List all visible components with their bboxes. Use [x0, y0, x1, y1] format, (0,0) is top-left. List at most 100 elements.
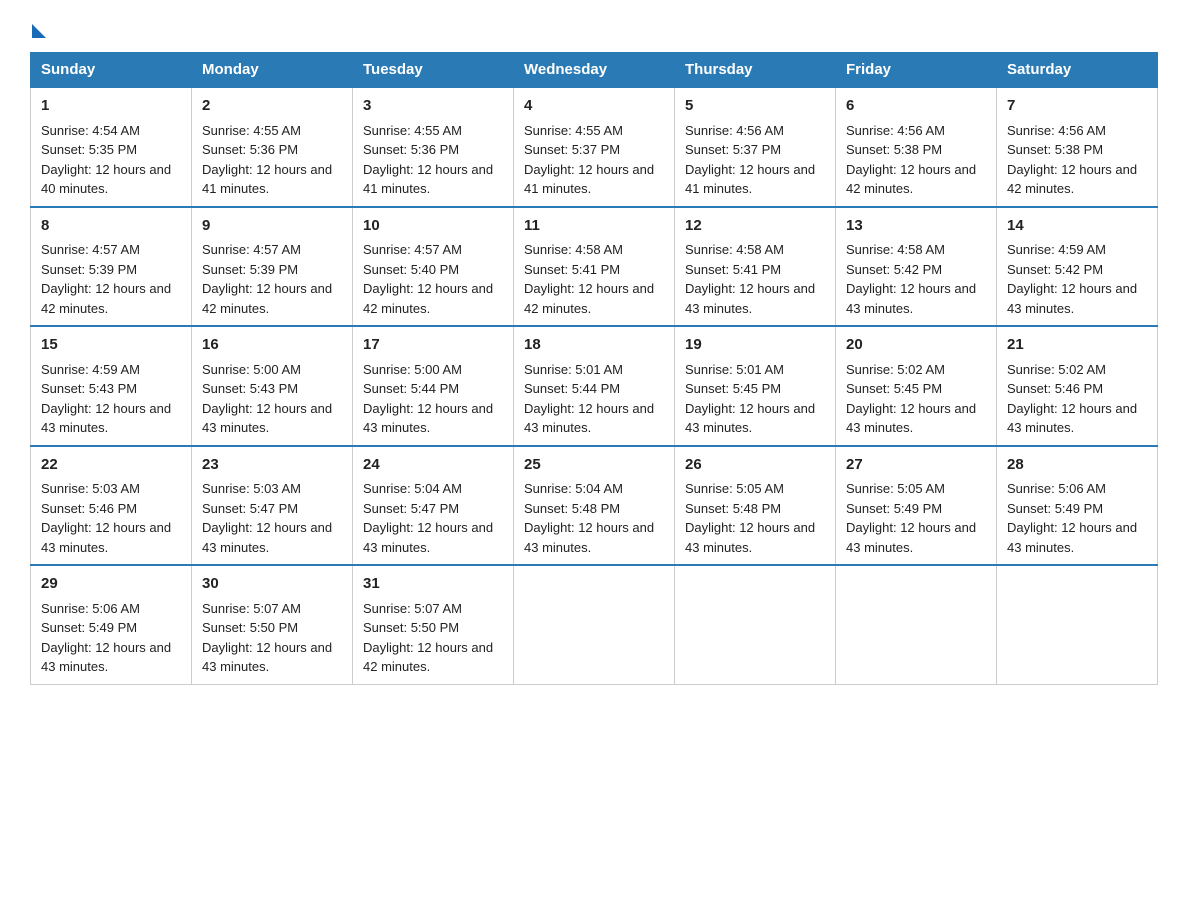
sunset-info: Sunset: 5:41 PM [524, 260, 664, 280]
week-row-1: 1 Sunrise: 4:54 AMSunset: 5:35 PM Daylight… [31, 87, 1158, 207]
day-number: 25 [524, 454, 664, 477]
sunset-info: Sunset: 5:48 PM [524, 499, 664, 519]
sunset-info: Sunset: 5:39 PM [202, 260, 342, 280]
daylight-info: Daylight: 12 hours and 43 minutes. [1007, 399, 1147, 438]
sunrise-info: Sunrise: 4:58 AM [846, 240, 986, 260]
sunset-info: Sunset: 5:42 PM [846, 260, 986, 280]
sunset-info: Sunset: 5:46 PM [1007, 379, 1147, 399]
sunset-info: Sunset: 5:40 PM [363, 260, 503, 280]
calendar-cell: 13Sunrise: 4:58 AMSunset: 5:42 PMDayligh… [836, 207, 997, 327]
sunrise-info: Sunrise: 4:54 AM [41, 121, 181, 141]
sunrise-info: Sunrise: 4:57 AM [202, 240, 342, 260]
week-row-5: 29Sunrise: 5:06 AMSunset: 5:49 PMDayligh… [31, 565, 1158, 684]
sunrise-info: Sunrise: 4:56 AM [685, 121, 825, 141]
sunset-info: Sunset: 5:46 PM [41, 499, 181, 519]
day-number: 13 [846, 215, 986, 238]
calendar-cell: 27Sunrise: 5:05 AMSunset: 5:49 PMDayligh… [836, 446, 997, 566]
daylight-info: Daylight: 12 hours and 43 minutes. [41, 638, 181, 677]
calendar-cell [514, 565, 675, 684]
day-number: 28 [1007, 454, 1147, 477]
sunrise-info: Sunrise: 5:03 AM [41, 479, 181, 499]
logo [30, 20, 46, 34]
sunrise-info: Sunrise: 4:57 AM [363, 240, 503, 260]
sunrise-info: Sunrise: 5:07 AM [202, 599, 342, 619]
sunrise-info: Sunrise: 5:00 AM [202, 360, 342, 380]
sunset-info: Sunset: 5:38 PM [1007, 140, 1147, 160]
sunset-info: Sunset: 5:35 PM [41, 140, 181, 160]
sunrise-info: Sunrise: 5:03 AM [202, 479, 342, 499]
daylight-info: Daylight: 12 hours and 43 minutes. [202, 399, 342, 438]
calendar-cell: 11Sunrise: 4:58 AMSunset: 5:41 PMDayligh… [514, 207, 675, 327]
sunrise-info: Sunrise: 5:00 AM [363, 360, 503, 380]
day-number: 18 [524, 334, 664, 357]
day-number: 26 [685, 454, 825, 477]
day-number: 27 [846, 454, 986, 477]
sunrise-info: Sunrise: 5:07 AM [363, 599, 503, 619]
day-number: 20 [846, 334, 986, 357]
sunset-info: Sunset: 5:48 PM [685, 499, 825, 519]
daylight-info: Daylight: 12 hours and 43 minutes. [846, 399, 986, 438]
calendar-cell: 22Sunrise: 5:03 AMSunset: 5:46 PMDayligh… [31, 446, 192, 566]
calendar-cell: 4Sunrise: 4:55 AMSunset: 5:37 PMDaylight… [514, 87, 675, 207]
sunset-info: Sunset: 5:37 PM [524, 140, 664, 160]
column-header-wednesday: Wednesday [514, 53, 675, 88]
daylight-info: Daylight: 12 hours and 43 minutes. [524, 399, 664, 438]
daylight-info: Daylight: 12 hours and 43 minutes. [524, 518, 664, 557]
calendar-header-row: SundayMondayTuesdayWednesdayThursdayFrid… [31, 53, 1158, 88]
day-number: 8 [41, 215, 181, 238]
day-number: 31 [363, 573, 503, 596]
calendar-cell: 7Sunrise: 4:56 AMSunset: 5:38 PMDaylight… [997, 87, 1158, 207]
day-number: 1 [41, 95, 181, 118]
daylight-info: Daylight: 12 hours and 43 minutes. [1007, 279, 1147, 318]
calendar-cell: 28Sunrise: 5:06 AMSunset: 5:49 PMDayligh… [997, 446, 1158, 566]
column-header-sunday: Sunday [31, 53, 192, 88]
calendar-cell: 8Sunrise: 4:57 AMSunset: 5:39 PMDaylight… [31, 207, 192, 327]
day-number: 2 [202, 95, 342, 118]
day-number: 16 [202, 334, 342, 357]
sunset-info: Sunset: 5:42 PM [1007, 260, 1147, 280]
daylight-info: Daylight: 12 hours and 42 minutes. [524, 279, 664, 318]
calendar-cell: 18Sunrise: 5:01 AMSunset: 5:44 PMDayligh… [514, 326, 675, 446]
calendar-cell: 6Sunrise: 4:56 AMSunset: 5:38 PMDaylight… [836, 87, 997, 207]
sunset-info: Sunset: 5:47 PM [202, 499, 342, 519]
calendar-cell: 31Sunrise: 5:07 AMSunset: 5:50 PMDayligh… [353, 565, 514, 684]
day-number: 23 [202, 454, 342, 477]
sunrise-info: Sunrise: 4:55 AM [363, 121, 503, 141]
column-header-thursday: Thursday [675, 53, 836, 88]
sunrise-info: Sunrise: 4:59 AM [41, 360, 181, 380]
calendar-cell: 25Sunrise: 5:04 AMSunset: 5:48 PMDayligh… [514, 446, 675, 566]
week-row-4: 22Sunrise: 5:03 AMSunset: 5:46 PMDayligh… [31, 446, 1158, 566]
day-number: 9 [202, 215, 342, 238]
calendar-cell: 9Sunrise: 4:57 AMSunset: 5:39 PMDaylight… [192, 207, 353, 327]
day-number: 21 [1007, 334, 1147, 357]
sunrise-info: Sunrise: 5:02 AM [846, 360, 986, 380]
calendar-cell: 26Sunrise: 5:05 AMSunset: 5:48 PMDayligh… [675, 446, 836, 566]
daylight-info: Daylight: 12 hours and 42 minutes. [1007, 160, 1147, 199]
sunrise-info: Sunrise: 5:05 AM [846, 479, 986, 499]
sunset-info: Sunset: 5:43 PM [41, 379, 181, 399]
logo-arrow-icon [32, 24, 46, 38]
daylight-info: Daylight: 12 hours and 43 minutes. [41, 518, 181, 557]
day-number: 17 [363, 334, 503, 357]
calendar-cell: 16Sunrise: 5:00 AMSunset: 5:43 PMDayligh… [192, 326, 353, 446]
daylight-info: Daylight: 12 hours and 41 minutes. [202, 160, 342, 199]
daylight-info: Daylight: 12 hours and 42 minutes. [202, 279, 342, 318]
day-number: 15 [41, 334, 181, 357]
calendar-cell [997, 565, 1158, 684]
calendar-cell: 1Sunrise: 4:54 AMSunset: 5:35 PMDaylight… [31, 87, 192, 207]
day-number: 10 [363, 215, 503, 238]
calendar-cell: 5Sunrise: 4:56 AMSunset: 5:37 PMDaylight… [675, 87, 836, 207]
day-number: 3 [363, 95, 503, 118]
daylight-info: Daylight: 12 hours and 43 minutes. [846, 518, 986, 557]
sunset-info: Sunset: 5:37 PM [685, 140, 825, 160]
calendar-cell: 2Sunrise: 4:55 AMSunset: 5:36 PMDaylight… [192, 87, 353, 207]
sunset-info: Sunset: 5:49 PM [41, 618, 181, 638]
calendar-table: SundayMondayTuesdayWednesdayThursdayFrid… [30, 52, 1158, 685]
daylight-info: Daylight: 12 hours and 43 minutes. [363, 399, 503, 438]
daylight-info: Daylight: 12 hours and 43 minutes. [363, 518, 503, 557]
column-header-tuesday: Tuesday [353, 53, 514, 88]
daylight-info: Daylight: 12 hours and 43 minutes. [685, 279, 825, 318]
sunset-info: Sunset: 5:47 PM [363, 499, 503, 519]
sunrise-info: Sunrise: 4:55 AM [202, 121, 342, 141]
calendar-cell [836, 565, 997, 684]
